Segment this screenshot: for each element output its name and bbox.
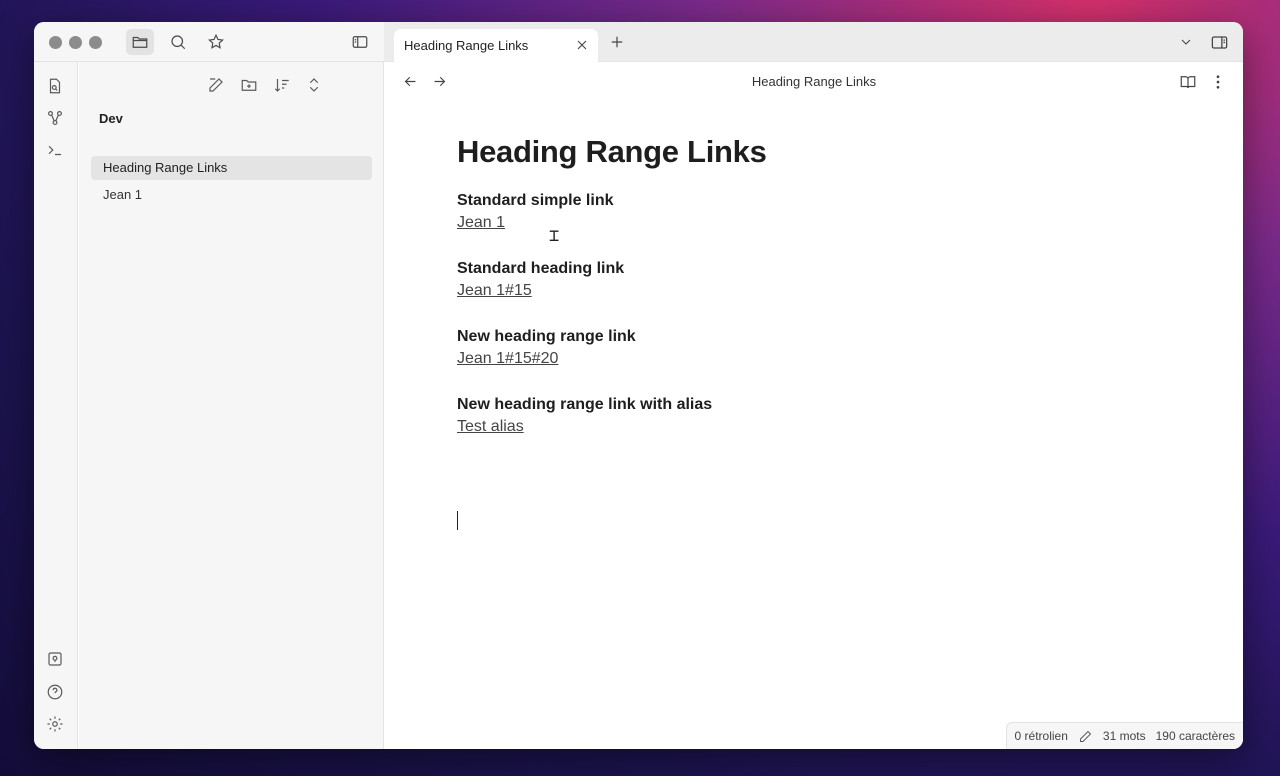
toggle-right-sidebar-button[interactable]: [1210, 33, 1229, 52]
toggle-left-sidebar-button[interactable]: [346, 29, 374, 55]
book-open-icon: [1180, 76, 1196, 89]
close-tab-button[interactable]: [574, 37, 590, 53]
internal-link[interactable]: Jean 1#15#20: [457, 350, 558, 368]
folder-icon: [132, 36, 148, 48]
open-command-palette-button[interactable]: [46, 141, 64, 159]
folder-dev[interactable]: Dev: [99, 111, 123, 126]
document-content[interactable]: Heading Range Links Standard simple link…: [457, 134, 1157, 436]
pencil-icon[interactable]: [1078, 729, 1093, 744]
new-folder-button[interactable]: [240, 76, 258, 94]
chevron-down-icon: [1181, 39, 1191, 45]
folder-plus-icon: [241, 79, 257, 91]
document-title: Heading Range Links: [457, 134, 767, 169]
bookmarks-view-button[interactable]: [202, 29, 230, 55]
internal-link[interactable]: Jean 1#15: [457, 282, 532, 300]
sidebar-right-icon: [1211, 36, 1228, 49]
open-vault-button[interactable]: [46, 650, 64, 668]
tab-heading-range-links[interactable]: Heading Range Links: [394, 29, 598, 63]
vault-icon: [48, 652, 62, 666]
search-icon: [171, 35, 186, 50]
open-graph-view-button[interactable]: [46, 109, 64, 127]
more-options-button[interactable]: [1209, 73, 1227, 91]
mouse-cursor: ⌶: [549, 226, 560, 246]
graph-icon: [48, 111, 62, 125]
file-explorer: Dev Heading Range Links Jean 1: [79, 62, 384, 749]
tab-list-button[interactable]: [1178, 34, 1194, 50]
section-heading: New heading range link with alias: [457, 396, 713, 413]
sort-icon: [274, 79, 289, 92]
terminal-icon: [48, 145, 61, 156]
new-tab-button[interactable]: [608, 33, 626, 51]
section-heading: Standard simple link: [457, 192, 614, 209]
internal-link[interactable]: Jean 1: [457, 214, 505, 232]
star-icon: [208, 33, 224, 49]
settings-button[interactable]: [46, 715, 64, 733]
internal-link[interactable]: Test alias: [457, 418, 524, 436]
file-search-icon: [49, 78, 61, 94]
chevrons-up-down-icon: [309, 78, 319, 92]
files-view-button[interactable]: [126, 29, 154, 55]
status-bar: 0 rétrolien 31 mots 190 caractères: [1005, 722, 1243, 749]
close-icon: [577, 40, 587, 50]
collapse-all-button[interactable]: [305, 76, 323, 94]
sidebar-left-icon: [352, 36, 368, 48]
gear-icon: [47, 716, 63, 732]
section-new-heading-range-link: New heading range link Jean 1#15#20: [457, 328, 1157, 368]
word-count: 31 mots: [1102, 729, 1146, 743]
sidebar-toolbar: [34, 22, 384, 62]
edit-icon: [209, 78, 223, 92]
editor-pane: Heading Range Links Heading Range Links …: [385, 62, 1243, 749]
help-button[interactable]: [46, 683, 64, 701]
section-heading: New heading range link: [457, 328, 636, 345]
section-heading: Standard heading link: [457, 260, 625, 277]
plus-icon: [611, 36, 623, 48]
close-window-button[interactable]: [49, 36, 62, 49]
tab-title: Heading Range Links: [404, 38, 529, 53]
app-window: Heading Range Links Dev Heading Range Li…: [34, 22, 1243, 749]
text-caret: [457, 511, 458, 530]
sort-button[interactable]: [273, 76, 291, 94]
search-view-button[interactable]: [164, 29, 192, 55]
ribbon: [34, 62, 78, 749]
new-note-button[interactable]: [207, 76, 225, 94]
open-quick-switcher-button[interactable]: [46, 77, 64, 95]
file-item-jean-1[interactable]: Jean 1: [91, 183, 372, 207]
more-vertical-icon: [1216, 75, 1220, 89]
view-title[interactable]: Heading Range Links: [385, 74, 1243, 89]
minimize-window-button[interactable]: [69, 36, 82, 49]
backlinks-count[interactable]: 0 rétrolien: [1015, 729, 1068, 743]
reading-view-button[interactable]: [1179, 73, 1197, 91]
section-standard-simple-link: Standard simple link Jean 1: [457, 192, 1157, 232]
zoom-window-button[interactable]: [89, 36, 102, 49]
section-standard-heading-link: Standard heading link Jean 1#15: [457, 260, 1157, 300]
file-item-heading-range-links[interactable]: Heading Range Links: [91, 156, 372, 180]
section-new-heading-range-link-with-alias: New heading range link with alias Test a…: [457, 396, 1157, 436]
tab-bar: Heading Range Links: [384, 22, 1243, 63]
help-icon: [47, 684, 63, 700]
character-count: 190 caractères: [1155, 729, 1235, 743]
